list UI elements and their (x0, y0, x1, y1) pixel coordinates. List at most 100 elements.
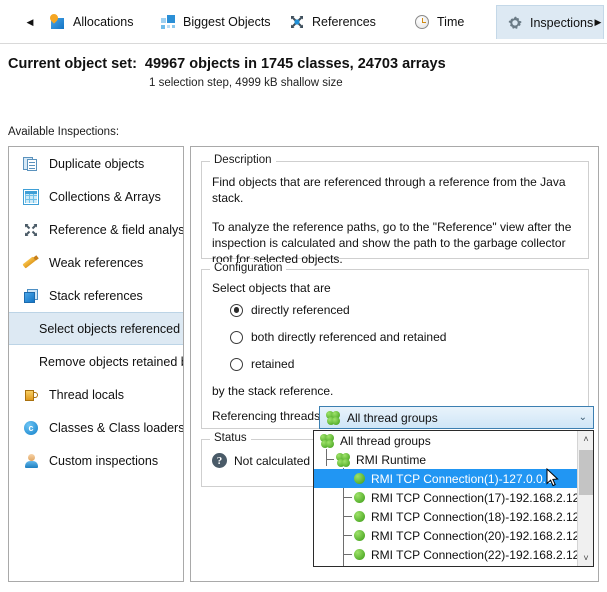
sidebar-item-label: Classes & Class loaders (49, 420, 184, 435)
duplicate-objects-icon (23, 156, 39, 172)
allocations-icon (48, 12, 66, 30)
scroll-down-icon[interactable]: ˅ (578, 550, 593, 566)
dropdown-item-label: RMI Runtime (356, 452, 427, 467)
dropdown-scrollbar[interactable]: ˄ ˅ (577, 431, 593, 566)
dropdown-item-label: RMI TCP Connection(17)-192.168.2.126 (371, 490, 587, 505)
referencing-threads-dropdown[interactable]: All thread groups RMI Runtime RMI TCP Co… (313, 430, 594, 567)
radio-indicator[interactable] (230, 357, 243, 371)
configuration-legend: Configuration (210, 262, 287, 274)
dropdown-item-rmi-tcp-connection-22[interactable]: RMI TCP Connection(22)-192.168.2.126 (314, 545, 586, 564)
scroll-up-icon[interactable]: ˄ (578, 431, 593, 447)
radio-label: both directly referenced and retained (251, 330, 447, 344)
thread-locals-icon (23, 387, 39, 403)
dropdown-rows: All thread groups RMI Runtime RMI TCP Co… (314, 431, 586, 568)
sidebar-item-weak-references[interactable]: Weak references (9, 246, 183, 279)
stack-references-icon (23, 288, 39, 304)
dropdown-item-label: RMI TCP Connection(20)-192.168.2.126 (371, 528, 587, 543)
configuration-tail: by the stack reference. (212, 384, 334, 398)
sidebar-item-remove-objects-retained[interactable]: Remove objects retained by s (9, 345, 183, 378)
tab-scroll-right-icon[interactable]: ▶ (592, 16, 604, 28)
tab-inspections-label: Inspections (530, 15, 594, 30)
reference-analysis-icon (23, 222, 39, 238)
tab-biggest-objects-label: Biggest Objects (183, 15, 271, 29)
thread-group-icon (320, 433, 334, 448)
sidebar-item-custom-inspections[interactable]: Custom inspections (9, 444, 183, 477)
combobox-value: All thread groups (347, 410, 438, 425)
sidebar-item-label: Weak references (49, 255, 144, 270)
dropdown-item-rmi-tcp-connection-idle[interactable]: RMI TCP Connection(idle) (314, 564, 578, 568)
dropdown-item-label: All thread groups (340, 433, 431, 448)
sidebar-item-collections-arrays[interactable]: Collections & Arrays (9, 180, 183, 213)
thread-icon (354, 530, 365, 541)
thread-icon (354, 492, 365, 503)
object-set-value: 49967 objects in 1745 classes, 24703 arr… (144, 56, 446, 72)
radio-label: retained (251, 357, 295, 371)
sidebar-item-label: Thread locals (49, 387, 125, 402)
tab-references-label: References (312, 15, 376, 29)
thread-icon (354, 511, 365, 522)
chevron-down-icon[interactable]: ⌄ (579, 412, 587, 423)
biggest-objects-icon (160, 14, 176, 30)
configuration-group: Configuration Select objects that are di… (201, 262, 589, 429)
dropdown-item-rmi-tcp-connection-17[interactable]: RMI TCP Connection(17)-192.168.2.126 (314, 488, 586, 507)
dropdown-item-label: RMI TCP Connection(1)-127.0.0.1 (371, 471, 553, 486)
thread-group-icon (326, 410, 340, 425)
gear-icon (507, 15, 523, 31)
configuration-lead: Select objects that are (212, 281, 331, 295)
radio-label: directly referenced (251, 303, 350, 317)
dropdown-item-label: RMI TCP Connection(idle) (371, 567, 511, 568)
tab-allocations-label: Allocations (73, 15, 134, 29)
status-row: ? Not calculated (212, 453, 310, 468)
radio-retained[interactable]: retained (230, 357, 294, 371)
tab-allocations[interactable]: Allocations (40, 5, 143, 39)
sidebar-item-classes-class-loaders[interactable]: c Classes & Class loaders (9, 411, 183, 444)
thread-group-icon (336, 452, 350, 467)
scrollbar-thumb[interactable] (579, 450, 593, 495)
radio-indicator[interactable] (230, 330, 243, 344)
status-legend: Status (210, 432, 251, 444)
question-icon: ? (212, 453, 227, 468)
thread-icon (354, 473, 365, 484)
sidebar-item-label: Duplicate objects (49, 156, 145, 171)
object-set-header: Current object set: 49967 objects in 174… (8, 56, 598, 89)
description-group: Description Find objects that are refere… (201, 154, 589, 266)
description-legend: Description (210, 154, 276, 166)
tab-references[interactable]: References (279, 5, 386, 39)
sidebar-item-label: Custom inspections (49, 453, 159, 468)
object-set-label: Current object set: (8, 56, 137, 72)
description-text: Find objects that are referenced through… (212, 174, 580, 267)
object-set-subtitle: 1 selection step, 4999 kB shallow size (149, 77, 343, 89)
dropdown-item-rmi-runtime[interactable]: RMI Runtime (314, 450, 578, 469)
sidebar-item-select-objects-referenced[interactable]: Select objects referenced by t (9, 312, 183, 345)
sidebar-item-stack-references[interactable]: Stack references (9, 279, 183, 312)
description-paragraph-1: Find objects that are referenced through… (212, 175, 566, 205)
sidebar-item-thread-locals[interactable]: Thread locals (9, 378, 183, 411)
inspections-list[interactable]: Duplicate objects Collections & Arrays R… (8, 146, 184, 582)
dropdown-item-rmi-tcp-connection-1[interactable]: RMI TCP Connection(1)-127.0.0.1 (314, 469, 578, 488)
dropdown-item-rmi-tcp-connection-18[interactable]: RMI TCP Connection(18)-192.168.2.126 (314, 507, 586, 526)
dropdown-item-rmi-tcp-connection-20[interactable]: RMI TCP Connection(20)-192.168.2.126 (314, 526, 586, 545)
tab-time-label: Time (437, 15, 465, 29)
sidebar-item-duplicate-objects[interactable]: Duplicate objects (9, 147, 183, 180)
tab-scroll-left-icon[interactable]: ◀ (24, 16, 36, 28)
referencing-threads-label: Referencing threads: (212, 409, 324, 423)
sidebar-item-label: Remove objects retained by s (39, 354, 183, 369)
radio-indicator[interactable] (230, 303, 243, 317)
collections-arrays-icon (23, 188, 39, 205)
sidebar-item-reference-field-analysis[interactable]: Reference & field analysis (9, 213, 183, 246)
referencing-threads-combobox[interactable]: All thread groups ⌄ (319, 406, 594, 429)
clock-icon (414, 14, 430, 30)
dropdown-item-all-thread-groups[interactable]: All thread groups (314, 431, 578, 450)
sidebar-item-label: Reference & field analysis (49, 222, 184, 237)
custom-inspections-icon (23, 453, 39, 469)
dropdown-item-label: RMI TCP Connection(18)-192.168.2.126 (371, 509, 587, 524)
tab-time[interactable]: Time (404, 5, 474, 39)
dropdown-item-label: RMI TCP Connection(22)-192.168.2.126 (371, 547, 587, 562)
radio-directly-referenced[interactable]: directly referenced (230, 303, 350, 317)
radio-both-directly-referenced-and-retained[interactable]: both directly referenced and retained (230, 330, 446, 344)
tab-bar: ◀ Allocations Biggest Objects References (0, 0, 607, 44)
description-paragraph-2: To analyze the reference paths, go to th… (212, 220, 572, 266)
tab-biggest-objects[interactable]: Biggest Objects (150, 5, 281, 39)
weak-references-icon (22, 254, 39, 271)
tab-inspections[interactable]: Inspections (496, 5, 605, 39)
